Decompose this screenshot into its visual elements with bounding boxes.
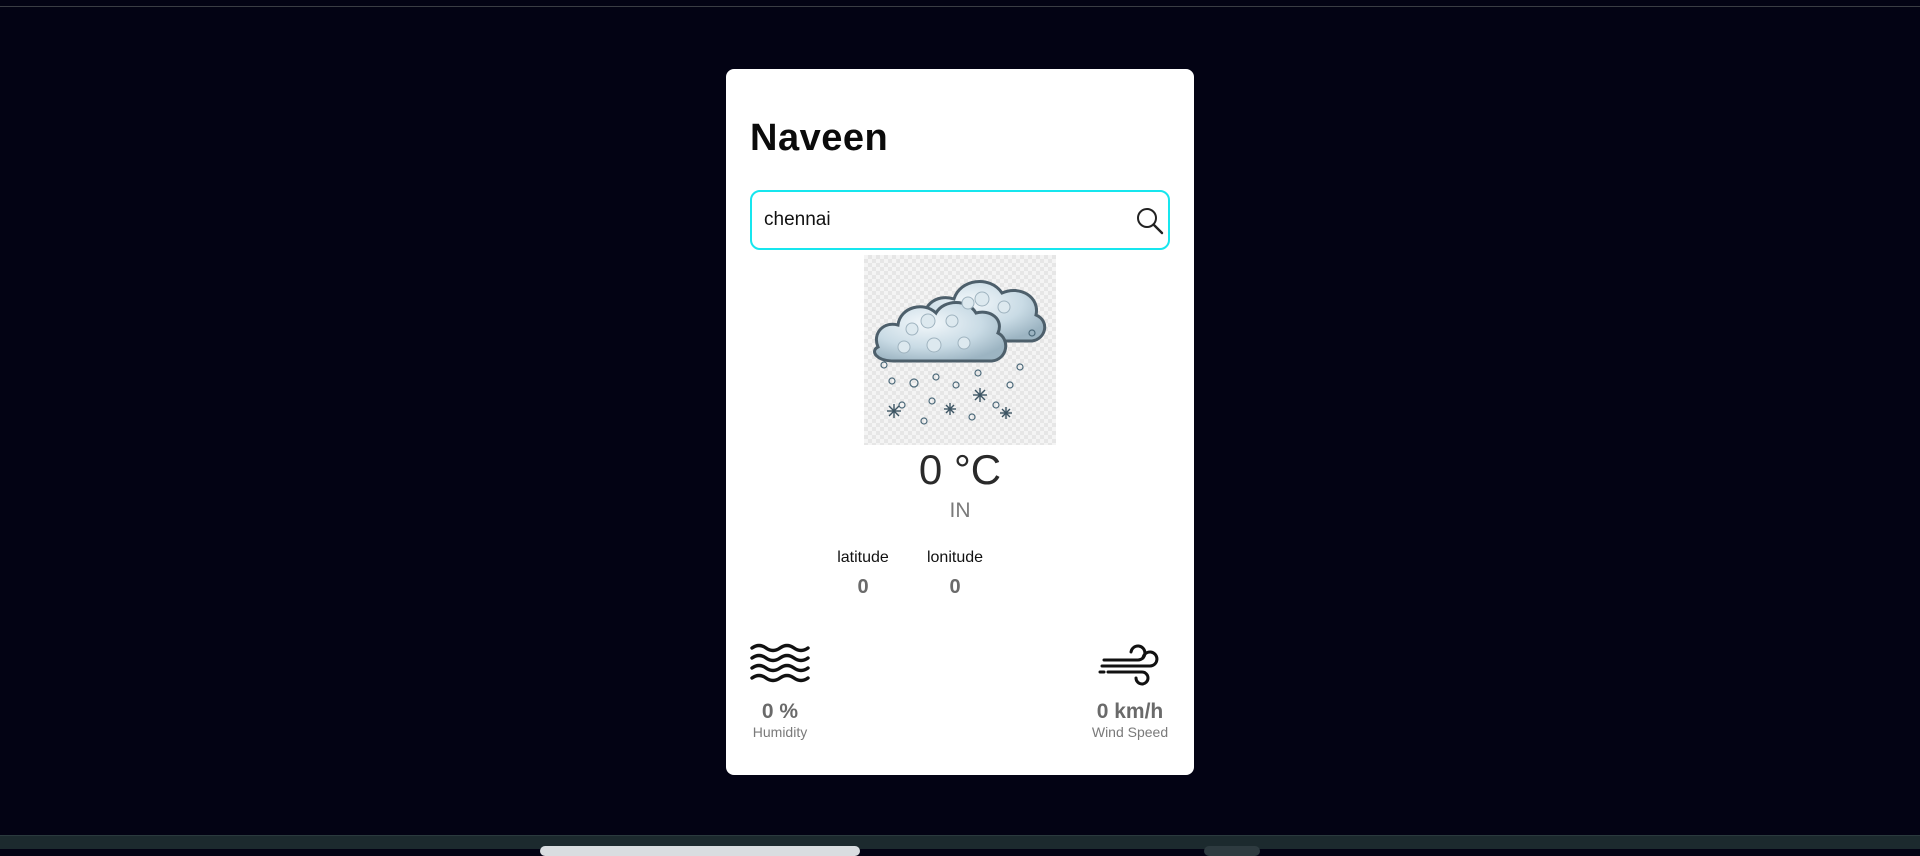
humidity-block: 0 % Humidity (742, 643, 818, 740)
top-divider (0, 6, 1920, 7)
humidity-value: 0 % (761, 700, 799, 723)
bottom-taskbar (0, 835, 1920, 856)
wind-icon (1082, 644, 1178, 692)
snow-cloud-icon (864, 255, 1056, 445)
search-icon[interactable] (1134, 205, 1166, 237)
waves-icon (742, 643, 818, 692)
wind-speed-value: 0 km/h (1096, 700, 1164, 723)
latitude-label: latitude (837, 549, 889, 566)
longitude-value: 0 (949, 576, 961, 598)
longitude-label: lonitude (926, 549, 984, 566)
temperature-value: 0 °C (918, 446, 1002, 493)
wind-speed-label: Wind Speed (1091, 724, 1169, 740)
search-input[interactable] (764, 192, 1114, 248)
latitude-block: latitude 0 (818, 548, 908, 598)
app-title: Naveen (750, 117, 889, 159)
search-box (750, 190, 1170, 250)
latitude-value: 0 (857, 576, 869, 598)
humidity-label: Humidity (752, 724, 808, 740)
longitude-block: lonitude 0 (910, 548, 1000, 598)
weather-card: Naveen chennai 0 °C IN latitude 0 lonitu… (726, 69, 1194, 775)
country-code: IN (949, 499, 971, 522)
wind-block: 0 km/h Wind Speed (1082, 644, 1178, 740)
